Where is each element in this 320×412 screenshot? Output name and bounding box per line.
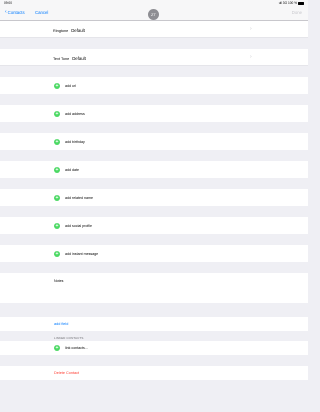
add-social-profile-row[interactable]: + add social profile xyxy=(0,217,308,234)
status-indicators-text: ull 3G 100 % xyxy=(278,1,297,5)
add-related-name-label: add related name xyxy=(65,195,93,200)
add-address-row[interactable]: + add address xyxy=(0,105,308,122)
add-instant-message-row[interactable]: + add instant message xyxy=(0,245,308,262)
add-birthday-row[interactable]: + add birthday xyxy=(0,133,308,150)
cancel-button[interactable]: Cancel xyxy=(35,10,48,15)
plus-circle-icon: + xyxy=(54,345,60,351)
notes-field[interactable]: Notes xyxy=(0,273,308,303)
delete-contact-row[interactable]: Delete Contact xyxy=(0,366,308,380)
text-tone-text: Text Tone Default xyxy=(53,56,86,61)
plus-circle-icon: + xyxy=(54,194,60,201)
plus-circle-icon: + xyxy=(54,222,60,229)
add-field-row[interactable]: add field xyxy=(0,317,308,331)
add-birthday-label: add birthday xyxy=(65,139,85,144)
delete-contact-button[interactable]: Delete Contact xyxy=(54,371,79,375)
ringtone-value: Default xyxy=(71,27,85,33)
chevron-right-icon: › xyxy=(250,54,252,60)
linked-contacts-title: LINKED CONTACTS xyxy=(54,335,84,340)
linked-contacts-header: LINKED CONTACTS xyxy=(0,331,308,341)
battery-icon xyxy=(298,1,304,5)
plus-circle-icon: + xyxy=(54,110,60,117)
add-instant-message-label: add instant message xyxy=(65,251,99,256)
chevron-right-icon: › xyxy=(250,26,252,32)
back-label: Contacts xyxy=(7,10,25,15)
link-contacts-label: link contacts... xyxy=(65,346,88,350)
add-address-label: add address xyxy=(65,111,85,116)
text-tone-row[interactable]: Text Tone Default › xyxy=(0,49,308,66)
edit-contact-form: Ringtone Default › Text Tone Default › + a… xyxy=(0,21,308,380)
text-tone-value: Default xyxy=(72,55,86,61)
ringtone-row[interactable]: Ringtone Default › xyxy=(0,21,308,38)
add-field-button[interactable]: add field xyxy=(54,322,68,326)
done-button[interactable]: Done xyxy=(292,10,302,15)
add-date-row[interactable]: + add date xyxy=(0,161,308,178)
back-button[interactable]: ‹ Contacts xyxy=(5,9,25,16)
notes-label: Notes xyxy=(54,279,64,283)
text-tone-label: Text Tone xyxy=(53,56,70,61)
plus-circle-icon: + xyxy=(54,166,60,173)
navigation-bar: ‹ Contacts Cancel ZT Done xyxy=(0,6,308,21)
status-time: 09:00 xyxy=(4,1,12,5)
add-url-label: add url xyxy=(65,83,76,88)
ringtone-label: Ringtone xyxy=(53,28,69,33)
plus-circle-icon: + xyxy=(54,250,60,257)
add-url-row[interactable]: + add url xyxy=(0,77,308,94)
link-contacts-row[interactable]: + link contacts... xyxy=(0,341,308,355)
chevron-left-icon: ‹ xyxy=(5,9,7,15)
add-date-label: add date xyxy=(65,167,79,172)
plus-circle-icon: + xyxy=(54,138,60,145)
add-social-profile-label: add social profile xyxy=(65,223,92,228)
status-indicators: ull 3G 100 % xyxy=(279,1,304,5)
plus-circle-icon: + xyxy=(54,82,60,89)
ringtone-text: Ringtone Default xyxy=(53,28,85,33)
avatar[interactable]: ZT xyxy=(148,8,159,20)
add-related-name-row[interactable]: + add related name xyxy=(0,189,308,206)
